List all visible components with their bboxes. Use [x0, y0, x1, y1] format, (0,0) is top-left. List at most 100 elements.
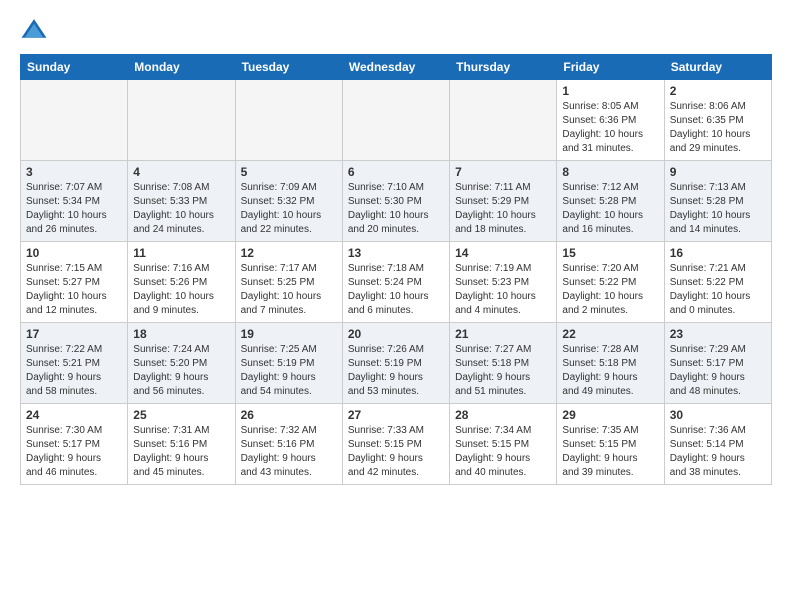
day-cell: 6 Sunrise: 7:10 AM Sunset: 5:30 PM Daylig… [342, 161, 449, 242]
day-info: Sunrise: 7:22 AM Sunset: 5:21 PM Dayligh… [26, 343, 122, 399]
day-info: Sunrise: 7:17 AM Sunset: 5:25 PM Dayligh… [241, 262, 337, 318]
day-cell: 10 Sunrise: 7:15 AM Sunset: 5:27 PM Dayli… [21, 242, 128, 323]
day-number: 15 [562, 246, 658, 260]
day-number: 20 [348, 327, 444, 341]
day-cell: 9Sunrise: 7:13 AM Sunset: 5:28 PM Daylig… [664, 161, 771, 242]
day-cell: 16 Sunrise: 7:21 AM Sunset: 5:22 PM Dayli… [664, 242, 771, 323]
day-number: 7 [455, 165, 551, 179]
day-number: 27 [348, 408, 444, 422]
day-number: 4 [133, 165, 229, 179]
day-cell: 2 Sunrise: 8:06 AM Sunset: 6:35 PM Daylig… [664, 80, 771, 161]
day-cell: 8 Sunrise: 7:12 AM Sunset: 5:28 PM Daylig… [557, 161, 664, 242]
day-cell: 17 Sunrise: 7:22 AM Sunset: 5:21 PM Dayli… [21, 323, 128, 404]
day-info: Sunrise: 7:31 AM Sunset: 5:16 PM Dayligh… [133, 424, 229, 480]
day-cell: 19 Sunrise: 7:25 AM Sunset: 5:19 PM Dayli… [235, 323, 342, 404]
day-cell [342, 80, 449, 161]
weekday-header-friday: Friday [557, 55, 664, 80]
day-cell: 25 Sunrise: 7:31 AM Sunset: 5:16 PM Dayli… [128, 404, 235, 485]
day-number: 25 [133, 408, 229, 422]
day-cell: 1Sunrise: 8:05 AM Sunset: 6:36 PM Daylig… [557, 80, 664, 161]
day-cell: 24 Sunrise: 7:30 AM Sunset: 5:17 PM Dayli… [21, 404, 128, 485]
day-number: 19 [241, 327, 337, 341]
day-number: 12 [241, 246, 337, 260]
day-info: Sunrise: 7:08 AM Sunset: 5:33 PM Dayligh… [133, 181, 229, 237]
day-cell: 13 Sunrise: 7:18 AM Sunset: 5:24 PM Dayli… [342, 242, 449, 323]
week-row-4: 17 Sunrise: 7:22 AM Sunset: 5:21 PM Dayli… [21, 323, 772, 404]
weekday-header-thursday: Thursday [450, 55, 557, 80]
day-number: 17 [26, 327, 122, 341]
day-number: 6 [348, 165, 444, 179]
day-cell: 22 Sunrise: 7:28 AM Sunset: 5:18 PM Dayli… [557, 323, 664, 404]
week-row-3: 10 Sunrise: 7:15 AM Sunset: 5:27 PM Dayli… [21, 242, 772, 323]
day-cell: 20 Sunrise: 7:26 AM Sunset: 5:19 PM Dayli… [342, 323, 449, 404]
day-number: 24 [26, 408, 122, 422]
day-info: Sunrise: 7:35 AM Sunset: 5:15 PM Dayligh… [562, 424, 658, 480]
day-info: Sunrise: 8:06 AM Sunset: 6:35 PM Dayligh… [670, 100, 766, 156]
day-info: Sunrise: 7:30 AM Sunset: 5:17 PM Dayligh… [26, 424, 122, 480]
calendar-table: SundayMondayTuesdayWednesdayThursdayFrid… [20, 54, 772, 485]
day-number: 22 [562, 327, 658, 341]
weekday-header-saturday: Saturday [664, 55, 771, 80]
day-number: 26 [241, 408, 337, 422]
day-info: Sunrise: 7:26 AM Sunset: 5:19 PM Dayligh… [348, 343, 444, 399]
logo-icon [20, 16, 48, 44]
day-info: Sunrise: 7:18 AM Sunset: 5:24 PM Dayligh… [348, 262, 444, 318]
day-info: Sunrise: 7:09 AM Sunset: 5:32 PM Dayligh… [241, 181, 337, 237]
day-number: 16 [670, 246, 766, 260]
day-number: 2 [670, 84, 766, 98]
day-info: Sunrise: 7:10 AM Sunset: 5:30 PM Dayligh… [348, 181, 444, 237]
day-number: 29 [562, 408, 658, 422]
day-cell: 21 Sunrise: 7:27 AM Sunset: 5:18 PM Dayli… [450, 323, 557, 404]
day-info: Sunrise: 7:36 AM Sunset: 5:14 PM Dayligh… [670, 424, 766, 480]
day-info: Sunrise: 7:19 AM Sunset: 5:23 PM Dayligh… [455, 262, 551, 318]
day-info: Sunrise: 7:20 AM Sunset: 5:22 PM Dayligh… [562, 262, 658, 318]
day-cell [128, 80, 235, 161]
weekday-header-tuesday: Tuesday [235, 55, 342, 80]
day-cell: 27Sunrise: 7:33 AM Sunset: 5:15 PM Dayli… [342, 404, 449, 485]
day-number: 5 [241, 165, 337, 179]
day-info: Sunrise: 7:15 AM Sunset: 5:27 PM Dayligh… [26, 262, 122, 318]
day-info: Sunrise: 7:24 AM Sunset: 5:20 PM Dayligh… [133, 343, 229, 399]
day-number: 23 [670, 327, 766, 341]
day-info: Sunrise: 7:21 AM Sunset: 5:22 PM Dayligh… [670, 262, 766, 318]
day-info: Sunrise: 7:11 AM Sunset: 5:29 PM Dayligh… [455, 181, 551, 237]
day-number: 8 [562, 165, 658, 179]
day-info: Sunrise: 7:28 AM Sunset: 5:18 PM Dayligh… [562, 343, 658, 399]
day-cell: 23 Sunrise: 7:29 AM Sunset: 5:17 PM Dayli… [664, 323, 771, 404]
day-number: 13 [348, 246, 444, 260]
day-info: Sunrise: 8:05 AM Sunset: 6:36 PM Dayligh… [562, 100, 658, 156]
day-number: 18 [133, 327, 229, 341]
weekday-header-row: SundayMondayTuesdayWednesdayThursdayFrid… [21, 55, 772, 80]
day-number: 30 [670, 408, 766, 422]
day-cell [235, 80, 342, 161]
day-cell [450, 80, 557, 161]
week-row-5: 24 Sunrise: 7:30 AM Sunset: 5:17 PM Dayli… [21, 404, 772, 485]
day-cell: 28 Sunrise: 7:34 AM Sunset: 5:15 PM Dayli… [450, 404, 557, 485]
day-number: 21 [455, 327, 551, 341]
day-cell: 30 Sunrise: 7:36 AM Sunset: 5:14 PM Dayli… [664, 404, 771, 485]
day-info: Sunrise: 7:27 AM Sunset: 5:18 PM Dayligh… [455, 343, 551, 399]
day-number: 14 [455, 246, 551, 260]
day-info: Sunrise: 7:34 AM Sunset: 5:15 PM Dayligh… [455, 424, 551, 480]
day-number: 10 [26, 246, 122, 260]
day-info: Sunrise: 7:32 AM Sunset: 5:16 PM Dayligh… [241, 424, 337, 480]
week-row-1: 1Sunrise: 8:05 AM Sunset: 6:36 PM Daylig… [21, 80, 772, 161]
day-cell: 3 Sunrise: 7:07 AM Sunset: 5:34 PM Daylig… [21, 161, 128, 242]
day-cell: 11Sunrise: 7:16 AM Sunset: 5:26 PM Dayli… [128, 242, 235, 323]
day-info: Sunrise: 7:12 AM Sunset: 5:28 PM Dayligh… [562, 181, 658, 237]
day-cell: 15 Sunrise: 7:20 AM Sunset: 5:22 PM Dayli… [557, 242, 664, 323]
day-number: 9 [670, 165, 766, 179]
day-cell: 7 Sunrise: 7:11 AM Sunset: 5:29 PM Daylig… [450, 161, 557, 242]
day-number: 3 [26, 165, 122, 179]
day-info: Sunrise: 7:16 AM Sunset: 5:26 PM Dayligh… [133, 262, 229, 318]
day-info: Sunrise: 7:25 AM Sunset: 5:19 PM Dayligh… [241, 343, 337, 399]
day-cell: 14 Sunrise: 7:19 AM Sunset: 5:23 PM Dayli… [450, 242, 557, 323]
day-cell: 5 Sunrise: 7:09 AM Sunset: 5:32 PM Daylig… [235, 161, 342, 242]
day-cell [21, 80, 128, 161]
day-info: Sunrise: 7:29 AM Sunset: 5:17 PM Dayligh… [670, 343, 766, 399]
day-cell: 26 Sunrise: 7:32 AM Sunset: 5:16 PM Dayli… [235, 404, 342, 485]
day-info: Sunrise: 7:07 AM Sunset: 5:34 PM Dayligh… [26, 181, 122, 237]
day-cell: 12 Sunrise: 7:17 AM Sunset: 5:25 PM Dayli… [235, 242, 342, 323]
weekday-header-monday: Monday [128, 55, 235, 80]
day-number: 28 [455, 408, 551, 422]
